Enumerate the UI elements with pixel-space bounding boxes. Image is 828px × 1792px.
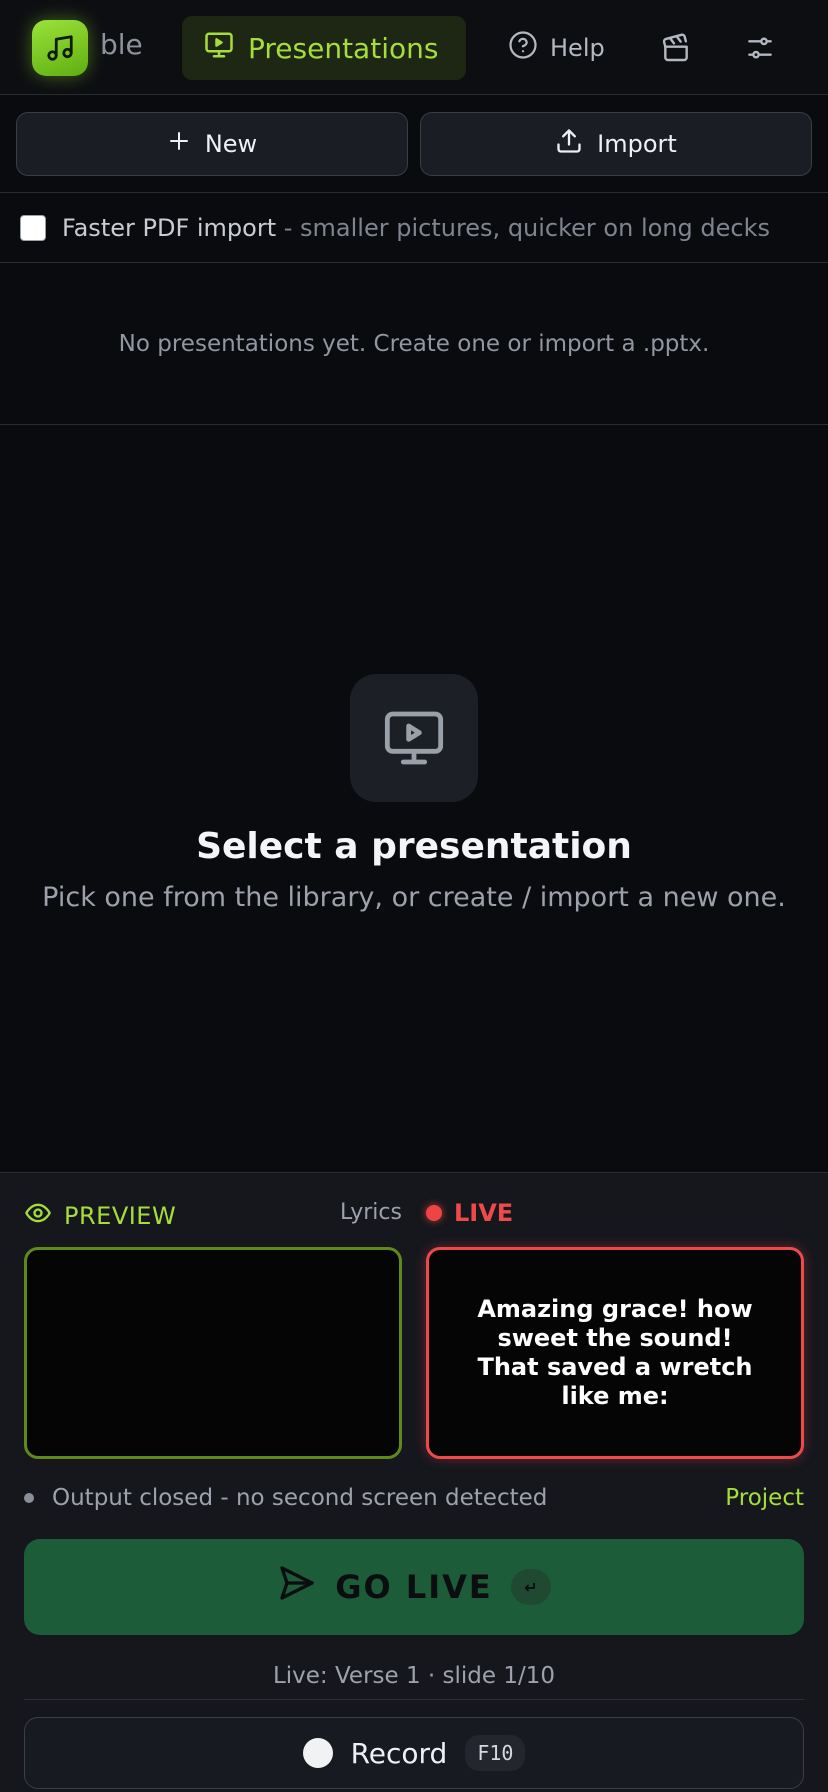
eye-icon [24, 1199, 52, 1233]
help-label: Help [550, 34, 605, 62]
preview-screen[interactable] [24, 1247, 402, 1459]
import-button[interactable]: Import [420, 112, 812, 176]
top-nav: ble Presentations Help [0, 0, 828, 95]
plus-icon [167, 129, 191, 159]
presentation-placeholder-icon [350, 674, 478, 802]
go-live-button[interactable]: GO LIVE ↵ [24, 1539, 804, 1635]
project-button[interactable]: Project [725, 1485, 804, 1511]
clapperboard-icon[interactable] [654, 26, 698, 70]
tab-presentations-label: Presentations [248, 31, 439, 65]
tab-songs[interactable]: ble [100, 28, 152, 61]
send-icon [277, 1563, 317, 1611]
faster-pdf-hint: - smaller pictures, quicker on long deck… [276, 213, 770, 242]
new-presentation-button[interactable]: New [16, 112, 408, 176]
help-circle-icon [508, 30, 538, 66]
live-header: LIVE [426, 1199, 513, 1227]
library-actions: New Import [0, 95, 828, 193]
placeholder-subtitle: Pick one from the library, or create / i… [42, 882, 786, 913]
music-note-icon[interactable] [32, 20, 88, 76]
live-screen[interactable]: Amazing grace! how sweet the sound! That… [426, 1247, 804, 1459]
output-panel: PREVIEW Lyrics LIVE Amazing grace! how s… [0, 1172, 828, 1792]
status-text: Output closed - no second screen detecte… [52, 1485, 548, 1511]
enter-key-hint: ↵ [510, 1569, 551, 1605]
faster-pdf-checkbox[interactable] [20, 214, 46, 241]
live-indicator-dot [426, 1205, 442, 1221]
output-status: Output closed - no second screen detecte… [24, 1481, 804, 1515]
settings-sliders-icon[interactable] [738, 26, 782, 70]
preview-header: PREVIEW [24, 1199, 176, 1233]
library-empty-text: No presentations yet. Create one or impo… [118, 330, 710, 357]
faster-pdf-label: Faster PDF import [62, 213, 277, 242]
lyrics-toggle[interactable]: Lyrics [340, 1200, 402, 1225]
help-button[interactable]: Help [508, 22, 605, 74]
live-slide-info: Live: Verse 1 · slide 1/10 [272, 1663, 556, 1689]
status-dot [24, 1493, 34, 1503]
import-label: Import [597, 130, 677, 158]
go-live-label: GO LIVE [335, 1568, 493, 1606]
record-circle-icon [302, 1738, 333, 1768]
library-empty-state: No presentations yet. Create one or impo… [0, 263, 828, 425]
record-label: Record [350, 1736, 448, 1770]
record-button[interactable]: Record F10 [24, 1717, 804, 1789]
record-shortcut: F10 [465, 1735, 526, 1771]
new-label: New [204, 130, 258, 158]
preview-label: PREVIEW [64, 1202, 177, 1230]
upload-icon [555, 127, 583, 161]
tab-presentations[interactable]: Presentations [182, 16, 466, 80]
presentation-icon [204, 30, 234, 67]
divider [24, 1699, 804, 1700]
placeholder-title: Select a presentation [196, 826, 632, 867]
faster-pdf-option[interactable]: Faster PDF import - smaller pictures, qu… [0, 193, 828, 263]
live-slide-text: Amazing grace! how sweet the sound! That… [477, 1295, 753, 1410]
live-label: LIVE [454, 1199, 514, 1227]
